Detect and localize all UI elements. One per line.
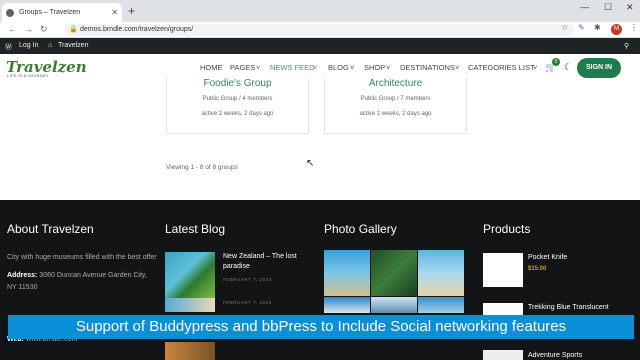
blog-thumbnail[interactable] xyxy=(165,252,215,302)
group-card: Foodie's Group Public Group / 4 members … xyxy=(166,78,309,134)
dark-mode-icon[interactable]: ☾ xyxy=(564,62,572,73)
product-price: $15.00 xyxy=(528,266,547,272)
tab-title: Groups – Travelzen xyxy=(19,9,81,16)
address-bar-row: ← → ↻ 🔒 demos.brndle.com/travelzen/group… xyxy=(0,22,640,38)
more-icon[interactable]: ⋮ xyxy=(630,23,638,32)
group-name[interactable]: Architecture xyxy=(325,78,466,89)
site-header: Travelzen LIFE IS A JOURNEY HOME PAGES ˅… xyxy=(0,54,640,82)
browser-tab[interactable]: Groups – Travelzen ✕ xyxy=(2,3,122,22)
menu-news-feed[interactable]: NEWS FEED xyxy=(270,63,315,72)
chevron-down-icon: ˅ xyxy=(256,63,261,72)
mouse-cursor-icon: ↖ xyxy=(306,158,315,169)
products-title: Products xyxy=(483,222,531,236)
browser-tab-strip: Groups – Travelzen ✕ + — ☐ ✕ xyxy=(0,0,640,22)
profile-avatar[interactable]: M xyxy=(611,24,622,35)
menu-blog[interactable]: BLOG xyxy=(328,63,349,72)
maximize-button[interactable]: ☐ xyxy=(604,2,612,13)
product-thumbnail[interactable] xyxy=(483,350,523,360)
blog-thumbnail[interactable] xyxy=(165,298,215,312)
close-window-button[interactable]: ✕ xyxy=(626,2,634,13)
star-icon[interactable]: ☆ xyxy=(561,23,568,32)
pen-icon[interactable]: ✎ xyxy=(578,23,585,32)
lock-icon: 🔒 xyxy=(69,26,78,33)
minimize-button[interactable]: — xyxy=(580,2,589,12)
close-tab-icon[interactable]: ✕ xyxy=(111,8,118,17)
video-caption: Support of Buddypress and bbPress to Inc… xyxy=(8,315,634,339)
globe-icon xyxy=(6,8,14,17)
forward-icon[interactable]: → xyxy=(24,24,33,34)
group-name[interactable]: Foodie's Group xyxy=(167,78,308,89)
chevron-down-icon: ˅ xyxy=(313,63,318,72)
back-icon[interactable]: ← xyxy=(8,24,17,34)
menu-pages[interactable]: PAGES xyxy=(230,63,255,72)
gallery-photo[interactable] xyxy=(324,250,370,296)
wordpress-icon[interactable]: Ⓦ xyxy=(5,42,12,52)
group-meta: Public Group / 4 members xyxy=(202,96,273,102)
sign-in-button[interactable]: SIGN IN xyxy=(577,58,621,78)
new-tab-button[interactable]: + xyxy=(128,4,135,18)
product-name[interactable]: Trekking Blue Translucent xyxy=(528,304,609,311)
gallery-photo[interactable] xyxy=(371,250,417,296)
blog-title: Latest Blog xyxy=(165,222,226,236)
cart-count-badge: 0 xyxy=(552,58,560,66)
chevron-down-icon: ˅ xyxy=(533,63,538,72)
gallery-title: Photo Gallery xyxy=(324,222,397,236)
menu-categories-list[interactable]: CATEGORIES LIST xyxy=(468,63,535,72)
gallery-photo[interactable] xyxy=(371,297,417,313)
group-card: Architecture Public Group / 7 members ac… xyxy=(324,78,467,134)
chevron-down-icon: ˅ xyxy=(455,63,460,72)
about-title: About Travelzen xyxy=(7,222,94,236)
reload-icon[interactable]: ↻ xyxy=(40,24,48,35)
pagination-count: Viewing 1 - 8 of 8 groups xyxy=(166,164,238,171)
blog-post-date: FEBRUARY 7, 2020 xyxy=(223,277,272,282)
admin-login-link[interactable]: Log In xyxy=(19,42,38,49)
url-text: demos.brndle.com/travelzen/groups/ xyxy=(80,26,194,33)
chevron-down-icon: ˅ xyxy=(386,63,391,72)
group-activity: active 2 weeks, 2 days ago xyxy=(359,111,432,117)
product-name[interactable]: Adventure Sports xyxy=(528,352,582,359)
gallery-photo[interactable] xyxy=(418,250,464,296)
extensions-icon[interactable]: ✱ xyxy=(594,23,601,32)
group-meta: Public Group / 7 members xyxy=(360,96,431,102)
menu-home[interactable]: HOME xyxy=(200,63,223,72)
blog-post-title[interactable]: New Zealand – The lost paradise xyxy=(223,252,313,272)
search-icon[interactable]: ⚲ xyxy=(624,42,629,50)
url-field[interactable]: 🔒 demos.brndle.com/travelzen/groups/ xyxy=(64,24,574,36)
blog-post-date: FEBRUARY 7, 2020 xyxy=(223,300,272,305)
group-activity: active 2 weeks, 2 days ago xyxy=(201,111,274,117)
gallery-photo[interactable] xyxy=(418,297,464,313)
about-text: City with huge museums filled with the b… xyxy=(7,254,157,261)
admin-site-link[interactable]: Travelzen xyxy=(58,42,88,49)
product-thumbnail[interactable] xyxy=(483,253,523,287)
gallery-photo[interactable] xyxy=(324,297,370,313)
site-tagline: LIFE IS A JOURNEY xyxy=(7,73,50,78)
chevron-down-icon: ˅ xyxy=(350,63,355,72)
blog-thumbnail[interactable] xyxy=(165,342,215,360)
menu-destinations[interactable]: DESTINATIONS xyxy=(400,63,455,72)
home-icon: ⌂ xyxy=(48,42,53,49)
menu-shop[interactable]: SHOP xyxy=(364,63,385,72)
wp-admin-bar: Ⓦ Log In ⌂ Travelzen ⚲ xyxy=(0,38,640,54)
product-name[interactable]: Pocket Knife xyxy=(528,254,567,261)
address-label: Address: xyxy=(7,272,38,279)
